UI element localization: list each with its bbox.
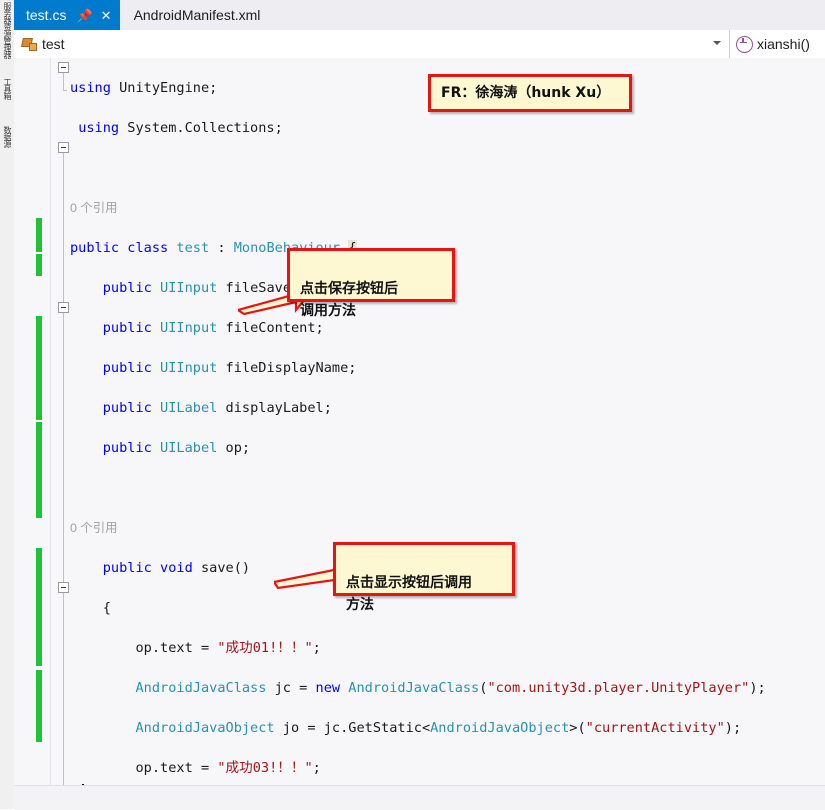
change-bar: [36, 218, 42, 252]
code-line: public UILabel op;: [102, 440, 251, 456]
code-line: op.text = "成功03!！！";: [70, 760, 321, 776]
class-icon: [21, 37, 38, 52]
change-bar: [36, 670, 42, 742]
type-dropdown-value: test: [42, 36, 65, 52]
code-line: public UIInput fileDisplayName;: [102, 360, 357, 376]
change-bar: [36, 548, 42, 666]
collapse-toggle-xianshi[interactable]: [58, 582, 69, 593]
pin-icon[interactable]: 📌: [76, 9, 92, 22]
type-dropdown[interactable]: test: [14, 30, 730, 58]
vertical-tab-toolbox[interactable]: 工具箱: [0, 78, 14, 120]
vertical-tab-data-sources[interactable]: 数据源: [0, 126, 14, 170]
code-line: {: [70, 600, 111, 616]
member-dropdown[interactable]: xianshi(): [730, 30, 825, 58]
tab-label: AndroidManifest.xml: [133, 7, 261, 23]
member-dropdown-value: xianshi(): [757, 36, 810, 52]
code-line: using System.Collections;: [78, 120, 283, 136]
vertical-tab-label: 服务器资源管理器: [3, 2, 12, 58]
codelens-class-references[interactable]: 0 个引用: [70, 198, 825, 218]
navigation-bar: test xianshi(): [14, 30, 825, 59]
tab-test-cs[interactable]: test.cs 📌 ✕: [14, 0, 120, 30]
tab-label: test.cs: [26, 7, 67, 23]
code-line: AndroidJavaClass jc = new AndroidJavaCla…: [135, 680, 766, 696]
tab-androidmanifest-xml[interactable]: AndroidManifest.xml: [119, 0, 279, 30]
document-tab-bar: test.cs 📌 ✕ AndroidManifest.xml: [14, 0, 825, 31]
change-bar: [36, 316, 42, 420]
code-line: public UILabel displayLabel;: [102, 400, 332, 416]
save-method-callout: 点击保存按钮后 调用方法: [287, 248, 455, 319]
vertical-tab-label: 数据源: [3, 126, 12, 147]
method-icon: [736, 35, 753, 53]
code-line: op.text = "成功01!！！";: [70, 640, 321, 656]
code-text[interactable]: using UnityEngine; using System.Collecti…: [70, 58, 825, 809]
vertical-tool-tab-strip[interactable]: 服务器资源管理器 工具箱 数据源: [0, 0, 15, 809]
chevron-down-icon[interactable]: [713, 41, 721, 45]
vertical-tab-server-explorer[interactable]: 服务器资源管理器: [0, 2, 14, 74]
change-bar: [36, 254, 42, 276]
collapse-toggle-usings[interactable]: [58, 62, 69, 73]
code-line: public UIInput fileContent;: [102, 320, 324, 336]
codelens-save-references[interactable]: 0 个引用: [70, 518, 825, 538]
editor-bottom-strip: [14, 785, 825, 810]
author-callout-text: FR：徐海涛（hunk Xu）: [441, 85, 611, 101]
close-icon[interactable]: ✕: [101, 9, 112, 22]
code-line: AndroidJavaObject jo = jc.GetStatic<Andr…: [135, 720, 742, 736]
vertical-tab-label: 工具箱: [3, 78, 12, 99]
code-editor[interactable]: using UnityEngine; using System.Collecti…: [14, 58, 825, 809]
display-method-callout: 点击显示按钮后调用 方法: [333, 542, 515, 613]
collapse-toggle-class[interactable]: [58, 142, 69, 153]
change-bar-column: [36, 58, 42, 809]
editor-gutter: [14, 58, 32, 809]
author-callout: FR：徐海涛（hunk Xu）: [428, 74, 632, 112]
outlining-column[interactable]: [58, 58, 70, 809]
collapse-toggle-save[interactable]: [58, 302, 69, 313]
outline-line: [63, 73, 67, 91]
change-bar: [36, 422, 42, 518]
gutter-separator: [50, 58, 51, 809]
outline-line: [63, 153, 67, 793]
